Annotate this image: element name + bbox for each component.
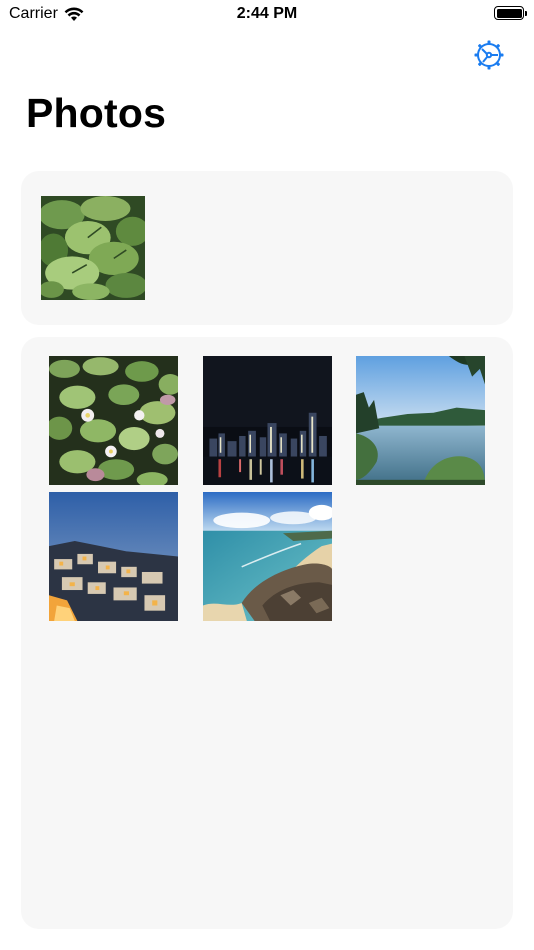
lily-pads-image [41, 196, 145, 300]
page-title: Photos [26, 90, 167, 136]
selected-photos-panel [21, 171, 513, 325]
battery-icon [494, 6, 527, 20]
lake-image [356, 356, 485, 485]
settings-button[interactable] [472, 38, 506, 72]
gallery-photo-1[interactable] [49, 356, 178, 485]
water-lilies-image [49, 356, 178, 485]
city-skyline-image [203, 356, 332, 485]
photos-screen: Carrier 2:44 PM Photos [0, 0, 534, 950]
photo-gallery-panel [21, 337, 513, 929]
status-time: 2:44 PM [236, 5, 298, 22]
gallery-photo-3[interactable] [356, 356, 485, 485]
gallery-photo-4[interactable] [49, 492, 178, 621]
gallery-photo-2[interactable] [203, 356, 332, 485]
gear-icon [474, 40, 504, 70]
status-bar: Carrier 2:44 PM [0, 0, 534, 28]
battery-level [496, 8, 522, 18]
gallery-photo-5[interactable] [203, 492, 332, 621]
selected-photo-thumbnail[interactable] [41, 196, 145, 300]
coastal-town-image [49, 492, 178, 621]
beach-coastline-image [203, 492, 332, 621]
